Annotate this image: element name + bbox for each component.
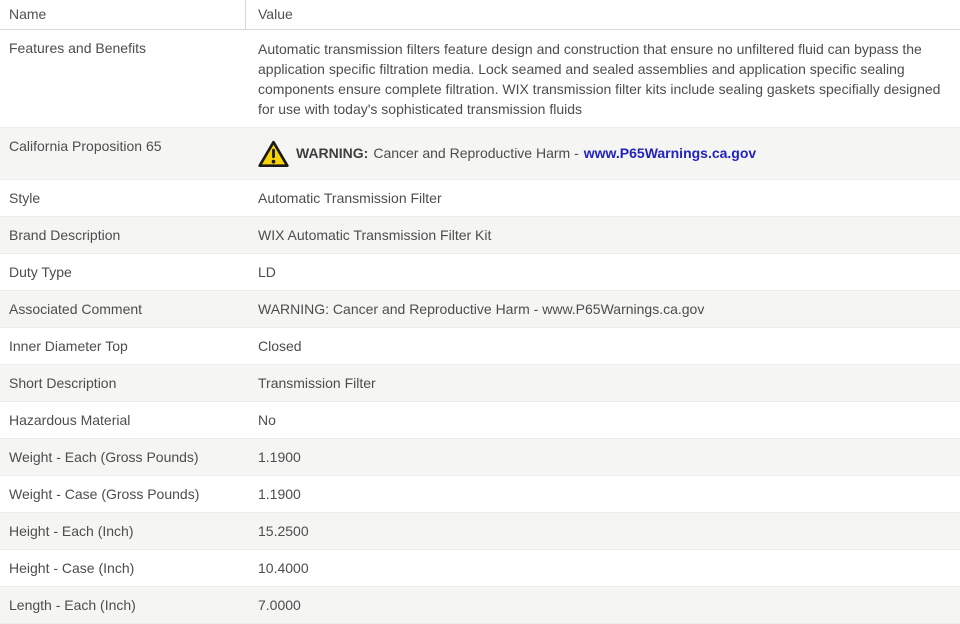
attribute-name: Inner Diameter Top bbox=[9, 338, 128, 354]
table-row-weight-each: Weight - Each (Gross Pounds) 1.1900 bbox=[0, 439, 960, 476]
attribute-value: 10.4000 bbox=[258, 560, 309, 576]
attribute-name: Brand Description bbox=[9, 227, 121, 243]
table-row-height-case: Height - Case (Inch) 10.4000 bbox=[0, 550, 960, 587]
table-row-style: Style Automatic Transmission Filter bbox=[0, 180, 960, 217]
attribute-name: Weight - Each (Gross Pounds) bbox=[9, 449, 199, 465]
table-row-weight-case: Weight - Case (Gross Pounds) 1.1900 bbox=[0, 476, 960, 513]
attribute-value: Automatic Transmission Filter bbox=[258, 190, 442, 206]
attribute-value: Transmission Filter bbox=[258, 375, 376, 391]
attribute-name: Duty Type bbox=[9, 264, 72, 280]
attribute-value: 15.2500 bbox=[258, 523, 309, 539]
table-row-hazardous-material: Hazardous Material No bbox=[0, 402, 960, 439]
table-row-associated-comment: Associated Comment WARNING: Cancer and R… bbox=[0, 291, 960, 328]
attribute-value: 7.0000 bbox=[258, 597, 301, 613]
attribute-value: No bbox=[258, 412, 276, 428]
warning-label: WARNING: bbox=[296, 145, 369, 161]
attribute-name: Style bbox=[9, 190, 41, 206]
warning-text: Cancer and Reproductive Harm - bbox=[373, 145, 579, 161]
column-header-value: Value bbox=[245, 0, 960, 29]
warning-text-group: WARNING: Cancer and Reproductive Harm - ww… bbox=[296, 145, 756, 162]
table-row-california-proposition-65: California Proposition 65 WARNING: Cancer… bbox=[0, 128, 960, 180]
attribute-value: Closed bbox=[258, 338, 302, 354]
attribute-name: Length - Each (Inch) bbox=[9, 597, 136, 613]
attribute-name: Features and Benefits bbox=[9, 40, 146, 56]
attribute-name: Associated Comment bbox=[9, 301, 143, 317]
table-body: Features and Benefits Automatic transmis… bbox=[0, 30, 960, 624]
attribute-value: Automatic transmission filters feature d… bbox=[258, 41, 941, 117]
warning-triangle-icon bbox=[258, 140, 289, 168]
attribute-value: LD bbox=[258, 264, 276, 280]
table-header-row: Name Value bbox=[0, 0, 960, 30]
attribute-name: California Proposition 65 bbox=[9, 138, 162, 154]
attribute-name: Short Description bbox=[9, 375, 117, 391]
attribute-value: WARNING: Cancer and Reproductive Harm - … bbox=[258, 301, 705, 317]
attribute-value: 1.1900 bbox=[258, 486, 301, 502]
column-header-name: Name bbox=[9, 6, 47, 22]
attribute-value: WIX Automatic Transmission Filter Kit bbox=[258, 227, 492, 243]
table-row-inner-diameter-top: Inner Diameter Top Closed bbox=[0, 328, 960, 365]
attribute-name: Hazardous Material bbox=[9, 412, 131, 428]
table-row-short-description: Short Description Transmission Filter bbox=[0, 365, 960, 402]
table-row-length-each: Length - Each (Inch) 7.0000 bbox=[0, 587, 960, 624]
p65-warning-link[interactable]: www.P65Warnings.ca.gov bbox=[584, 145, 756, 161]
table-row-brand-description: Brand Description WIX Automatic Transmis… bbox=[0, 217, 960, 254]
attribute-name: Height - Each (Inch) bbox=[9, 523, 134, 539]
attribute-value: WARNING: Cancer and Reproductive Harm - ww… bbox=[245, 128, 960, 179]
attribute-name: Weight - Case (Gross Pounds) bbox=[9, 486, 200, 502]
attribute-value: 1.1900 bbox=[258, 449, 301, 465]
attribute-name: Height - Case (Inch) bbox=[9, 560, 135, 576]
table-row-duty-type: Duty Type LD bbox=[0, 254, 960, 291]
table-row-height-each: Height - Each (Inch) 15.2500 bbox=[0, 513, 960, 550]
product-attributes-table: Name Value Features and Benefits Automat… bbox=[0, 0, 960, 624]
table-row-features-and-benefits: Features and Benefits Automatic transmis… bbox=[0, 30, 960, 128]
